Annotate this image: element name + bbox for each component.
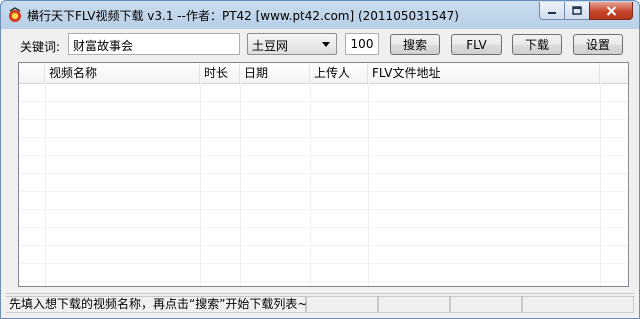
grid-line (240, 83, 241, 286)
app-window: 横行天下FLV视频下载 v3.1 --作者：PT42 [www.pt42.com… (0, 0, 640, 319)
column-header-date[interactable]: 日期 (240, 63, 310, 83)
grid-line (19, 209, 628, 210)
status-panel-3 (378, 296, 450, 313)
grid-line (200, 83, 201, 286)
keyword-input[interactable]: 财富故事会 (68, 33, 240, 55)
site-select[interactable]: 土豆网 (247, 33, 337, 55)
column-header-duration[interactable]: 时长 (200, 63, 240, 83)
app-logo-icon (7, 7, 23, 23)
grid-line (19, 263, 628, 264)
grid-line (19, 119, 628, 120)
close-button[interactable] (589, 2, 633, 20)
column-header-blank[interactable] (19, 63, 45, 83)
grid-line (600, 83, 601, 286)
search-button[interactable]: 搜索 (390, 34, 440, 55)
window-title: 横行天下FLV视频下载 v3.1 --作者：PT42 [www.pt42.com… (27, 9, 459, 23)
count-input[interactable]: 100 (345, 33, 379, 55)
grid-line (19, 281, 628, 282)
column-header-uploader[interactable]: 上传人 (310, 63, 368, 83)
chevron-down-icon (322, 42, 330, 47)
close-icon (606, 5, 616, 16)
minimize-icon (548, 11, 556, 14)
status-panel-4 (450, 296, 522, 313)
grid-line (368, 83, 369, 286)
column-header-flv-url[interactable]: FLV文件地址 (368, 63, 600, 83)
caption-buttons (539, 2, 633, 20)
download-button[interactable]: 下载 (512, 34, 562, 55)
client-area: 关键词: 财富故事会 土豆网 100 搜索 FLV 下载 设置 视频名称 时长 … (6, 29, 634, 315)
status-message: 先填入想下载的视频名称，再点击“搜索”开始下载列表~ (6, 296, 308, 313)
video-list[interactable]: 视频名称 时长 日期 上传人 FLV文件地址 (18, 62, 629, 287)
flv-button[interactable]: FLV (451, 34, 502, 55)
maximize-icon (572, 6, 582, 15)
grid-line (19, 101, 628, 102)
settings-button[interactable]: 设置 (573, 34, 623, 55)
grid-line (310, 83, 311, 286)
column-header-name[interactable]: 视频名称 (45, 63, 200, 83)
keyword-label: 关键词: (20, 40, 61, 54)
grid-line (45, 83, 46, 286)
site-select-value: 土豆网 (252, 39, 289, 53)
grid-line (19, 191, 628, 192)
grid-line (19, 137, 628, 138)
grid-line (19, 173, 628, 174)
title-bar[interactable]: 横行天下FLV视频下载 v3.1 --作者：PT42 [www.pt42.com… (1, 1, 639, 29)
status-panel-2 (306, 296, 378, 313)
grid-line (19, 227, 628, 228)
grid-line (19, 245, 628, 246)
grid-line (19, 155, 628, 156)
list-header: 视频名称 时长 日期 上传人 FLV文件地址 (19, 63, 628, 84)
status-bar: 先填入想下载的视频名称，再点击“搜索”开始下载列表~ (6, 293, 634, 315)
minimize-button[interactable] (539, 2, 565, 20)
maximize-button[interactable] (564, 2, 590, 20)
status-panel-5 (522, 296, 634, 313)
